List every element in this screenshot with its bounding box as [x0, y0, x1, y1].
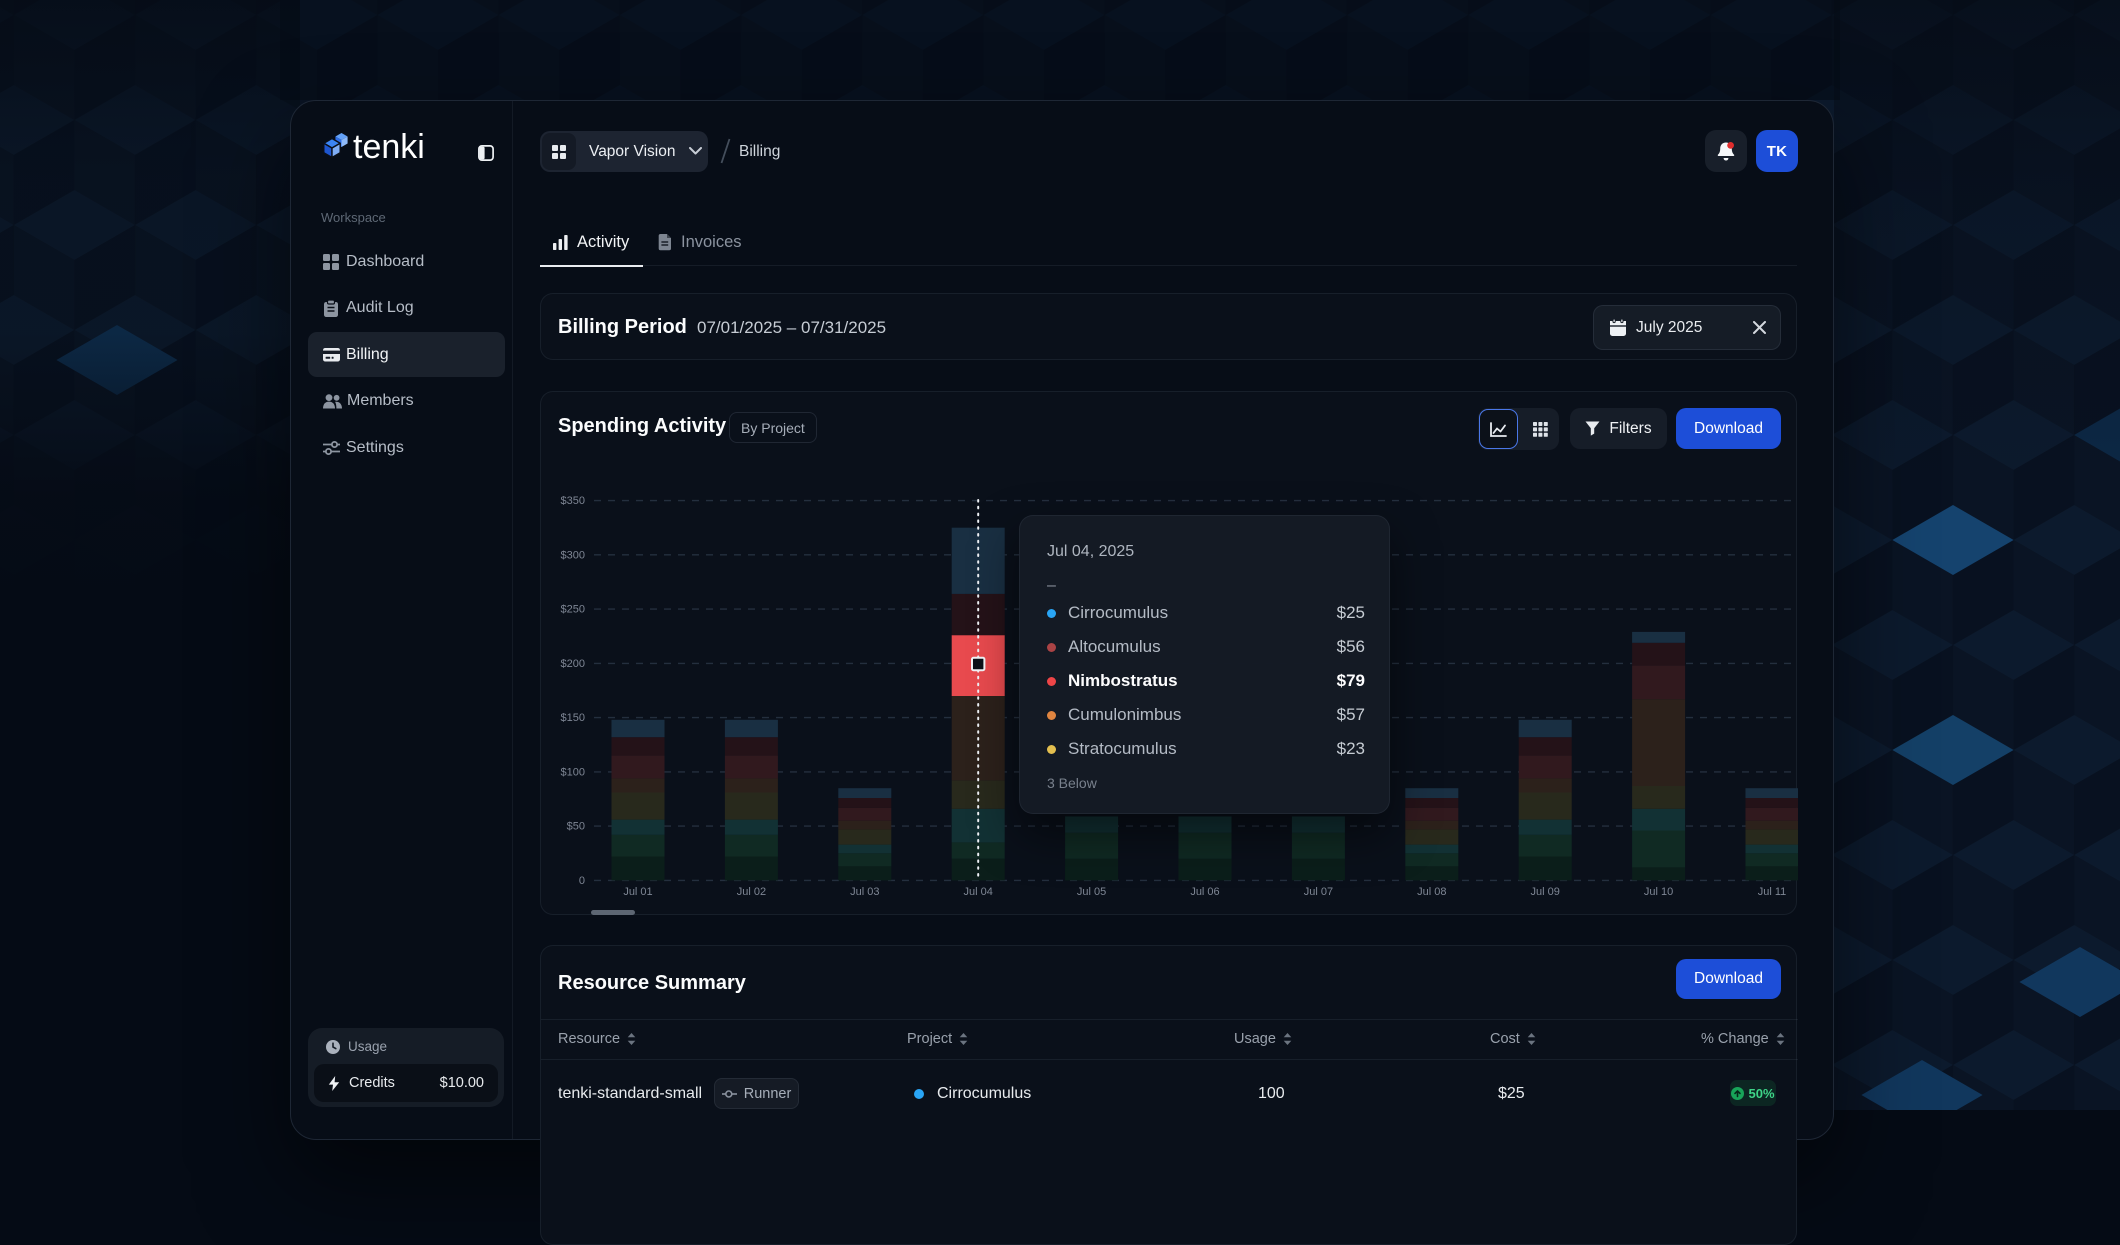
- svg-text:$300: $300: [561, 549, 585, 561]
- svg-text:Jul 01: Jul 01: [623, 886, 652, 898]
- svg-text:Jul 05: Jul 05: [1077, 886, 1106, 898]
- svg-text:Jul 07: Jul 07: [1304, 886, 1333, 898]
- svg-text:Jul 08: Jul 08: [1417, 886, 1446, 898]
- svg-text:$200: $200: [561, 658, 585, 670]
- svg-text:0: 0: [579, 875, 585, 887]
- svg-text:$250: $250: [561, 604, 585, 616]
- svg-text:Jul 03: Jul 03: [850, 886, 879, 898]
- svg-text:Jul 09: Jul 09: [1531, 886, 1560, 898]
- svg-text:$350: $350: [561, 495, 585, 507]
- svg-text:$100: $100: [561, 766, 585, 778]
- svg-text:Jul 06: Jul 06: [1190, 886, 1219, 898]
- svg-text:Jul 04: Jul 04: [964, 886, 993, 898]
- svg-text:Jul 11: Jul 11: [1758, 886, 1787, 898]
- svg-text:Jul 10: Jul 10: [1644, 886, 1673, 898]
- svg-text:$50: $50: [567, 821, 585, 833]
- svg-text:Jul 02: Jul 02: [737, 886, 766, 898]
- svg-text:$150: $150: [561, 712, 585, 724]
